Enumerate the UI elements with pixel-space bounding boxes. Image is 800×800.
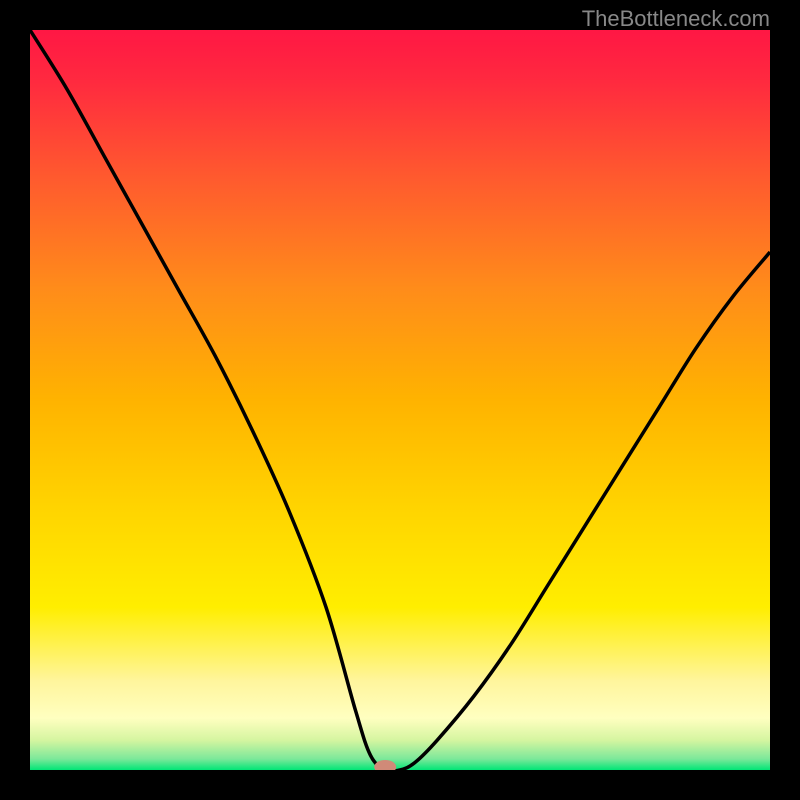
gradient-background <box>30 30 770 770</box>
bottleneck-chart <box>30 30 770 770</box>
plot-area <box>30 30 770 770</box>
chart-container: TheBottleneck.com <box>0 0 800 800</box>
watermark-text: TheBottleneck.com <box>582 6 770 32</box>
